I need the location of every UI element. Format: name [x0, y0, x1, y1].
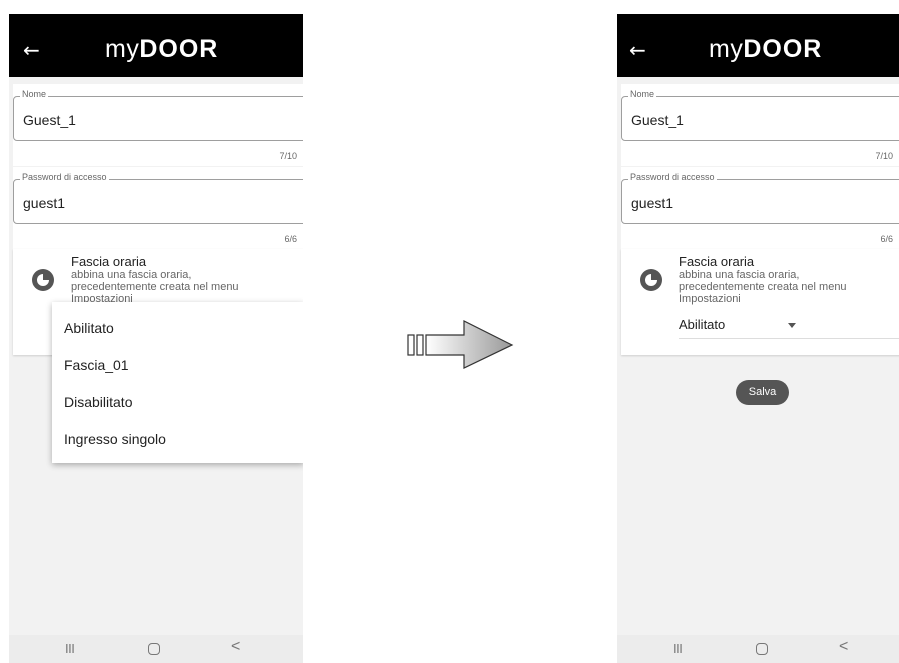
menu-item-ingresso-singolo[interactable]: Ingresso singolo [64, 431, 166, 447]
time-slot-select[interactable]: Abilitato [679, 317, 725, 332]
password-field-value[interactable]: guest1 [631, 195, 673, 211]
app-logo: myDOOR [105, 35, 219, 63]
name-field-value[interactable]: Guest_1 [631, 112, 684, 128]
recent-apps-icon[interactable]: III [65, 641, 75, 656]
password-field[interactable]: Password di accesso guest1 6/6 [13, 167, 303, 249]
app-logo: myDOOR [709, 35, 823, 63]
name-field-value[interactable]: Guest_1 [23, 112, 76, 128]
home-icon[interactable] [756, 643, 768, 655]
name-field[interactable]: Nome Guest_1 7/10 [621, 84, 899, 166]
password-field-value[interactable]: guest1 [23, 195, 65, 211]
app-header: ← myDOOR [617, 14, 899, 77]
system-nav-bar: III < [9, 635, 303, 663]
name-field[interactable]: Nome Guest_1 7/10 [13, 84, 303, 166]
time-slot-title: Fascia oraria [679, 254, 755, 269]
app-header: ← myDOOR [9, 14, 303, 77]
time-slot-title: Fascia oraria [71, 254, 147, 269]
home-icon[interactable] [148, 643, 160, 655]
phone-screen-left: ← myDOOR Nome Guest_1 7/10 Password di a… [9, 14, 303, 663]
menu-item-abilitato[interactable]: Abilitato [64, 320, 114, 336]
back-arrow-icon[interactable]: ← [23, 40, 40, 60]
name-char-counter: 7/10 [279, 151, 297, 161]
name-char-counter: 7/10 [875, 151, 893, 161]
password-field[interactable]: Password di accesso guest1 6/6 [621, 167, 899, 249]
time-slot-description: abbina una fascia oraria, precedentement… [679, 269, 847, 305]
back-arrow-icon[interactable]: ← [629, 40, 646, 60]
name-field-label: Nome [20, 89, 49, 99]
nav-back-icon[interactable]: < [839, 638, 848, 656]
transition-arrow-icon [407, 320, 514, 369]
clock-icon [32, 269, 54, 291]
password-char-counter: 6/6 [284, 234, 297, 244]
time-slot-card: Fascia oraria abbina una fascia oraria, … [621, 249, 899, 355]
select-underline [679, 338, 899, 339]
menu-item-fascia-01[interactable]: Fascia_01 [64, 357, 129, 373]
time-slot-dropdown-menu: Abilitato Fascia_01 Disabilitato Ingress… [52, 302, 303, 463]
clock-icon [640, 269, 662, 291]
password-field-label: Password di accesso [628, 172, 717, 182]
system-nav-bar: III < [617, 635, 899, 663]
password-field-label: Password di accesso [20, 172, 109, 182]
password-char-counter: 6/6 [880, 234, 893, 244]
menu-item-disabilitato[interactable]: Disabilitato [64, 394, 132, 410]
chevron-down-icon[interactable] [788, 323, 796, 328]
nav-back-icon[interactable]: < [231, 638, 240, 656]
recent-apps-icon[interactable]: III [673, 641, 683, 656]
name-field-label: Nome [628, 89, 657, 99]
time-slot-description: abbina una fascia oraria, precedentement… [71, 269, 239, 305]
phone-screen-right: ← myDOOR Nome Guest_1 7/10 Password di a… [617, 14, 899, 663]
save-button[interactable]: Salva [736, 380, 789, 405]
